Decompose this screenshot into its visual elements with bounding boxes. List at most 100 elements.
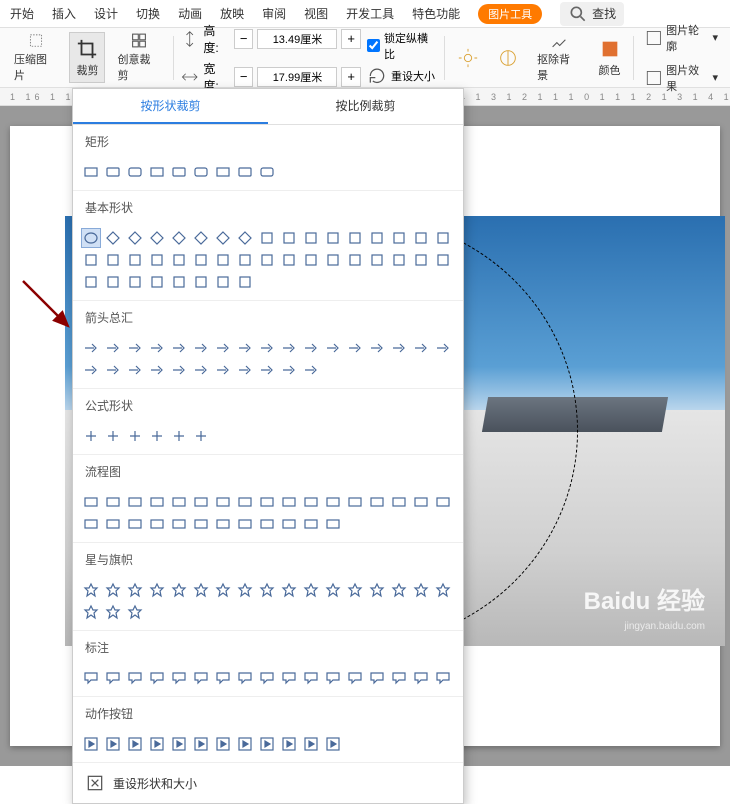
width-input[interactable]: [257, 67, 337, 87]
shape-option[interactable]: [235, 492, 255, 512]
shape-option[interactable]: [103, 514, 123, 534]
shape-option[interactable]: [323, 338, 343, 358]
shape-option[interactable]: [279, 734, 299, 754]
shape-option[interactable]: [81, 492, 101, 512]
shape-option[interactable]: [257, 360, 277, 380]
shape-option[interactable]: [301, 360, 321, 380]
shape-option[interactable]: [213, 338, 233, 358]
adjust-button-2[interactable]: [491, 32, 525, 83]
shape-option[interactable]: [191, 272, 211, 292]
shape-option[interactable]: [191, 162, 211, 182]
shape-option[interactable]: [301, 228, 321, 248]
shape-option[interactable]: [169, 250, 189, 270]
adjust-button-1[interactable]: [451, 32, 485, 83]
shape-option[interactable]: [433, 250, 453, 270]
shape-option[interactable]: [81, 250, 101, 270]
menu-design[interactable]: 设计: [94, 5, 118, 22]
shape-option[interactable]: [279, 360, 299, 380]
menu-view[interactable]: 视图: [304, 5, 328, 22]
shape-option[interactable]: [147, 162, 167, 182]
tab-by-ratio[interactable]: 按比例裁剪: [268, 89, 463, 124]
shape-option[interactable]: [169, 580, 189, 600]
shape-option[interactable]: [235, 734, 255, 754]
shape-option[interactable]: [103, 426, 123, 446]
shape-option[interactable]: [125, 734, 145, 754]
height-decrease[interactable]: −: [234, 29, 254, 49]
shape-option[interactable]: [389, 492, 409, 512]
shape-option[interactable]: [191, 668, 211, 688]
shape-option[interactable]: [125, 360, 145, 380]
shape-option[interactable]: [169, 668, 189, 688]
shape-option[interactable]: [367, 228, 387, 248]
shape-option[interactable]: [279, 514, 299, 534]
shape-option[interactable]: [345, 580, 365, 600]
tab-by-shape[interactable]: 按形状裁剪: [73, 89, 268, 124]
shape-option[interactable]: [81, 514, 101, 534]
shape-option[interactable]: [257, 338, 277, 358]
shape-option[interactable]: [257, 228, 277, 248]
shape-option[interactable]: [411, 250, 431, 270]
color-button[interactable]: 颜色: [593, 32, 627, 83]
shape-option[interactable]: [279, 668, 299, 688]
shape-option[interactable]: [257, 668, 277, 688]
shape-option[interactable]: [433, 228, 453, 248]
shape-option[interactable]: [389, 250, 409, 270]
shape-option[interactable]: [213, 734, 233, 754]
shape-option[interactable]: [81, 426, 101, 446]
shape-option[interactable]: [125, 250, 145, 270]
shape-option[interactable]: [125, 162, 145, 182]
shape-option[interactable]: [103, 360, 123, 380]
shape-option[interactable]: [169, 338, 189, 358]
shape-option[interactable]: [433, 492, 453, 512]
shape-option[interactable]: [323, 580, 343, 600]
shape-option[interactable]: [213, 514, 233, 534]
shape-option[interactable]: [147, 228, 167, 248]
shape-option[interactable]: [125, 668, 145, 688]
menu-transition[interactable]: 切换: [136, 5, 160, 22]
search-box[interactable]: 查找: [560, 2, 624, 26]
reset-size-button[interactable]: 重设大小: [367, 66, 438, 86]
shape-option[interactable]: [191, 580, 211, 600]
crop-button[interactable]: 裁剪: [69, 32, 105, 83]
shape-option[interactable]: [103, 338, 123, 358]
shape-option[interactable]: [345, 228, 365, 248]
shape-option[interactable]: [191, 514, 211, 534]
shape-option[interactable]: [103, 580, 123, 600]
shape-option[interactable]: [411, 338, 431, 358]
shape-option[interactable]: [125, 338, 145, 358]
shape-option[interactable]: [169, 360, 189, 380]
shape-option[interactable]: [411, 492, 431, 512]
shape-option[interactable]: [103, 272, 123, 292]
shape-option[interactable]: [433, 338, 453, 358]
shape-option[interactable]: [213, 162, 233, 182]
shape-option[interactable]: [213, 580, 233, 600]
shape-option[interactable]: [367, 580, 387, 600]
shape-option[interactable]: [301, 734, 321, 754]
shape-option[interactable]: [125, 580, 145, 600]
shape-option[interactable]: [147, 250, 167, 270]
picture-effects-button[interactable]: 图片效果▾: [640, 60, 723, 96]
shape-option[interactable]: [213, 250, 233, 270]
shape-option[interactable]: [103, 668, 123, 688]
shape-option[interactable]: [411, 228, 431, 248]
shape-option[interactable]: [389, 580, 409, 600]
shape-option[interactable]: [279, 338, 299, 358]
reset-shape-size-button[interactable]: 重设形状和大小: [73, 763, 463, 803]
picture-outline-button[interactable]: 图片轮廓▾: [640, 20, 723, 56]
shape-option[interactable]: [257, 250, 277, 270]
shape-option[interactable]: [235, 514, 255, 534]
shape-option[interactable]: [125, 514, 145, 534]
shape-option[interactable]: [323, 514, 343, 534]
remove-bg-button[interactable]: 抠除背景: [531, 32, 586, 83]
shape-option[interactable]: [279, 228, 299, 248]
lock-ratio-input[interactable]: [367, 39, 380, 52]
shape-option[interactable]: [81, 580, 101, 600]
shape-option[interactable]: [433, 580, 453, 600]
shape-option[interactable]: [81, 162, 101, 182]
shape-option[interactable]: [169, 492, 189, 512]
menu-devtools[interactable]: 开发工具: [346, 5, 394, 22]
shape-option[interactable]: [301, 492, 321, 512]
shape-option[interactable]: [301, 514, 321, 534]
shape-option[interactable]: [103, 250, 123, 270]
shape-option[interactable]: [411, 668, 431, 688]
